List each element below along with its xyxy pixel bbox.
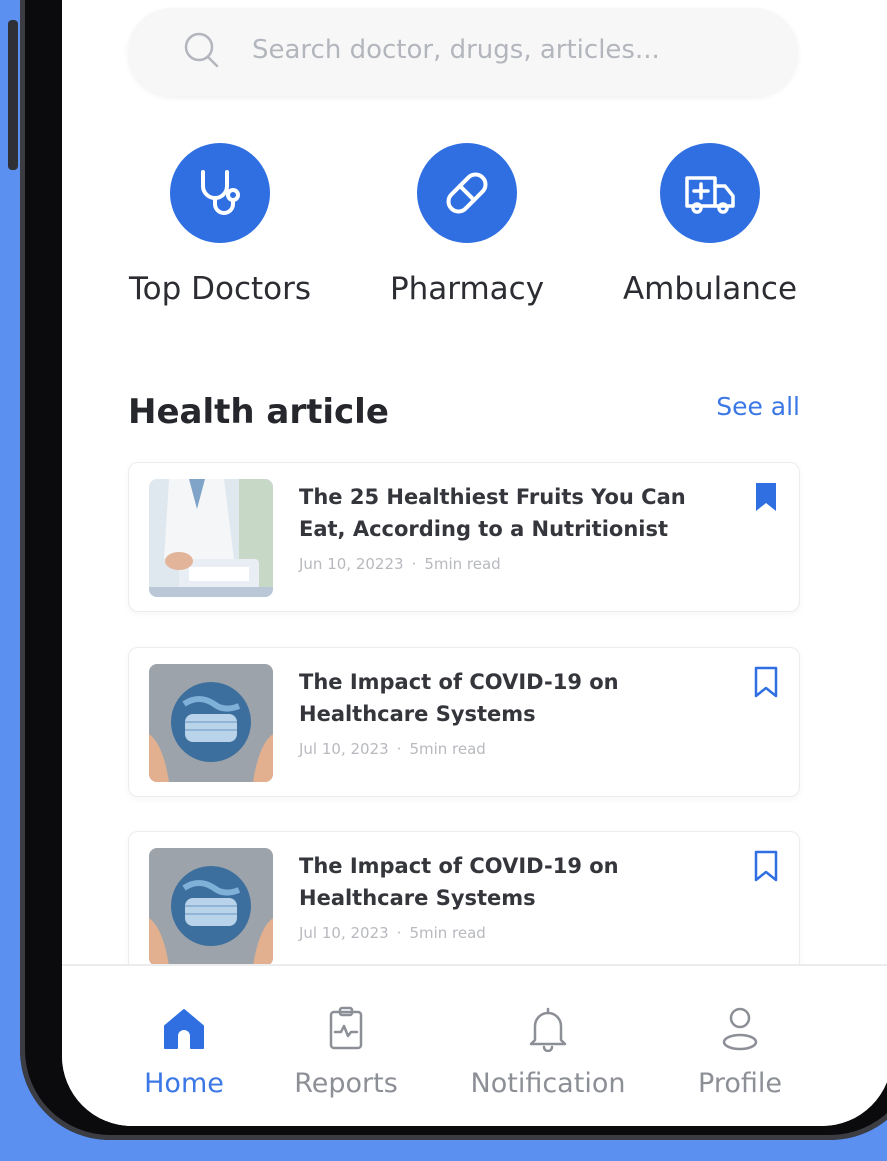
- category-ambulance[interactable]: Ambulance: [585, 143, 835, 307]
- search-icon: [182, 30, 222, 74]
- nav-profile[interactable]: Profile: [650, 1006, 830, 1099]
- bell-icon: [525, 1007, 571, 1056]
- bookmark-filled-icon[interactable]: [753, 481, 779, 517]
- stethoscope-icon: [170, 143, 270, 243]
- article-title: The 25 Healthiest Fruits You Can Eat, Ac…: [299, 485, 686, 541]
- article-meta: Jun 10, 20223 · 5min read: [299, 555, 501, 573]
- search-bar[interactable]: Search doctor, drugs, articles...: [128, 8, 798, 96]
- section-title: Health article: [128, 392, 389, 432]
- category-pharmacy[interactable]: Pharmacy: [342, 143, 592, 307]
- article-card[interactable]: The 25 Healthiest Fruits You Can Eat, Ac…: [128, 462, 800, 612]
- report-icon: [323, 1006, 369, 1056]
- category-top-doctors[interactable]: Top Doctors: [95, 143, 345, 307]
- nav-home[interactable]: Home: [94, 1006, 274, 1099]
- article-thumbnail-doctor: [149, 479, 273, 597]
- bottom-nav: Home Reports Notification Profile: [62, 964, 887, 1126]
- article-read-time: 5min read: [409, 924, 486, 942]
- article-title: The Impact of COVID-19 on Healthcare Sys…: [299, 670, 619, 726]
- nav-label: Reports: [294, 1068, 398, 1099]
- article-thumbnail-covid: [149, 848, 273, 966]
- article-date: Jul 10, 2023: [299, 740, 389, 758]
- article-card[interactable]: The Impact of COVID-19 on Healthcare Sys…: [128, 647, 800, 797]
- category-label: Pharmacy: [389, 271, 545, 307]
- nav-reports[interactable]: Reports: [256, 1006, 436, 1099]
- pill-icon: [417, 143, 517, 243]
- profile-icon: [717, 1007, 763, 1056]
- nav-notification[interactable]: Notification: [458, 1006, 638, 1099]
- see-all-link[interactable]: See all: [716, 392, 800, 421]
- category-label: Top Doctors: [128, 271, 312, 307]
- nav-label: Profile: [698, 1068, 782, 1099]
- category-label: Ambulance: [622, 271, 798, 307]
- article-date: Jul 10, 2023: [299, 924, 389, 942]
- nav-label: Notification: [470, 1068, 626, 1099]
- article-card[interactable]: The Impact of COVID-19 on Healthcare Sys…: [128, 831, 800, 981]
- search-input[interactable]: Search doctor, drugs, articles...: [252, 35, 660, 65]
- article-meta: Jul 10, 2023 · 5min read: [299, 740, 486, 758]
- phone-side-button: [8, 20, 18, 170]
- app-screen: Search doctor, drugs, articles... Top Do…: [62, 0, 887, 1126]
- article-read-time: 5min read: [409, 740, 486, 758]
- bookmark-outline-icon[interactable]: [753, 666, 779, 702]
- home-icon: [161, 1009, 207, 1056]
- article-read-time: 5min read: [424, 555, 501, 573]
- ambulance-icon: [660, 143, 760, 243]
- bookmark-outline-icon[interactable]: [753, 850, 779, 886]
- article-date: Jun 10, 20223: [299, 555, 404, 573]
- nav-label: Home: [144, 1068, 224, 1099]
- article-meta: Jul 10, 2023 · 5min read: [299, 924, 486, 942]
- article-title: The Impact of COVID-19 on Healthcare Sys…: [299, 854, 619, 910]
- article-thumbnail-covid: [149, 664, 273, 782]
